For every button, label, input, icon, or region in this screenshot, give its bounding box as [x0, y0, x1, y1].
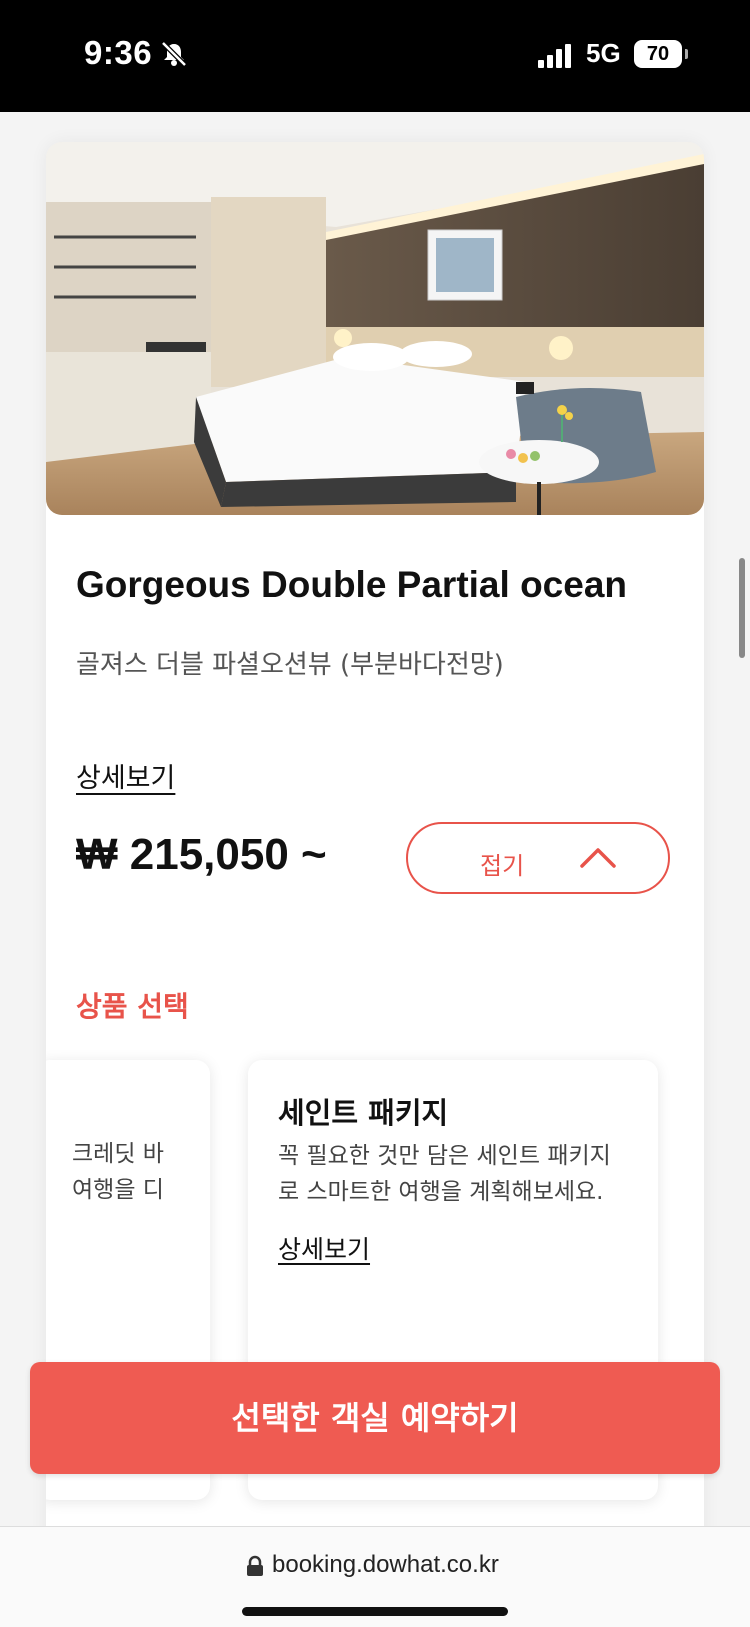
- room-price: ₩ 215,050 ~: [76, 830, 327, 879]
- url-text[interactable]: booking.dowhat.co.kr: [272, 1551, 499, 1579]
- package-title: 세인트 패키지: [278, 1096, 449, 1130]
- room-subtitle: 골져스 더블 파셜오션뷰 (부분바다전망): [76, 650, 504, 680]
- room-title: Gorgeous Double Partial ocean: [76, 564, 628, 605]
- collapse-label: 접기: [480, 852, 525, 880]
- browser-address-bar[interactable]: booking.dowhat.co.kr: [0, 1526, 750, 1627]
- page-content: Gorgeous Double Partial ocean 골져스 더블 파셜오…: [0, 112, 750, 1526]
- silent-bell-icon: [161, 41, 187, 67]
- scrollbar[interactable]: [739, 558, 745, 658]
- package-desc-line: 로 스마트한 여행을 계획해보세요.: [278, 1179, 604, 1205]
- chevron-up-icon: [580, 848, 616, 868]
- collapse-button[interactable]: 접기: [406, 822, 670, 894]
- status-time: 9:36: [84, 34, 153, 71]
- book-room-button[interactable]: 선택한 객실 예약하기: [30, 1362, 720, 1474]
- network-label: 5G: [586, 38, 621, 68]
- signal-icon: [538, 44, 571, 68]
- package-detail-link[interactable]: 상세보기: [278, 1230, 370, 1266]
- product-section-label: 상품 선택: [76, 990, 189, 1023]
- package-prev-line: 크레딧 바: [72, 1141, 164, 1167]
- package-desc-line: 꼭 필요한 것만 담은 세인트 패키지: [278, 1143, 611, 1169]
- room-photo: [46, 142, 704, 515]
- battery-icon: 70: [634, 40, 688, 68]
- status-bar: 9:36 5G 70: [0, 0, 750, 112]
- lock-icon: [247, 1555, 263, 1576]
- room-detail-link[interactable]: 상세보기: [76, 756, 175, 795]
- package-prev-line: 여행을 디: [72, 1177, 164, 1203]
- home-indicator: [242, 1607, 508, 1616]
- room-card: Gorgeous Double Partial ocean 골져스 더블 파셜오…: [46, 142, 704, 1526]
